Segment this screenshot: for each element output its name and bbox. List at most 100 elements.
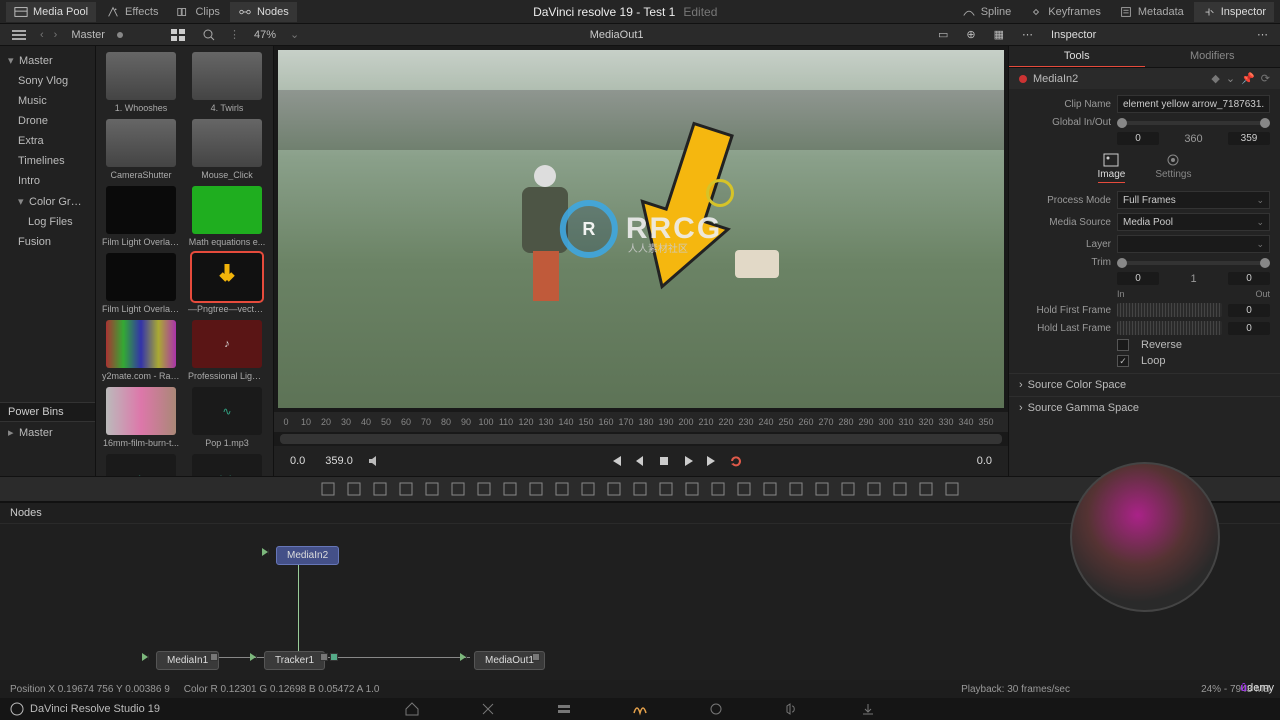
thumb-audio[interactable]: ♪Professional Light ... [188,320,266,381]
media-source-select[interactable]: Media Pool⌄ [1117,213,1270,231]
thumb-clip-selected[interactable]: —Pngtree—vector... [188,253,266,314]
loop-checkbox[interactable]: ✓ [1117,355,1129,367]
trim-slider[interactable] [1117,261,1270,265]
inspector-settings-subtab[interactable]: Settings [1155,153,1191,183]
shape-tool-icon[interactable] [632,481,648,497]
thumb-folder[interactable]: 1. Whooshes [102,52,180,113]
layer-select[interactable]: ⌄ [1117,235,1270,253]
thumbnail-view-button[interactable] [165,27,191,43]
comp-tool-icon[interactable] [554,481,570,497]
spline-tab[interactable]: Spline [954,2,1020,22]
chevron-right-icon[interactable]: › [52,29,60,41]
light-tool-icon[interactable] [866,481,882,497]
thumb-clip[interactable]: Film Light Overlay ... [102,253,180,314]
timecode-right[interactable]: 0.0 [971,453,998,469]
fog-tool-icon[interactable] [944,481,960,497]
bg-tool-icon[interactable] [320,481,336,497]
thumb-folder[interactable]: Mouse_Click [188,119,266,180]
curve-tool-icon[interactable] [710,481,726,497]
home-page-icon[interactable] [404,701,420,717]
panel-menu-button[interactable] [6,27,32,43]
step-back-button[interactable] [633,454,647,468]
inspector-modifiers-tab[interactable]: Modifiers [1145,46,1280,67]
viewer-zoom[interactable]: 47% [248,27,282,43]
paint-tool-icon[interactable] [398,481,414,497]
merge-tool-icon[interactable] [528,481,544,497]
dup-tool-icon[interactable] [580,481,596,497]
volume-icon[interactable] [367,454,381,468]
inspector-tab[interactable]: Inspector [1194,2,1274,22]
text-tool-icon[interactable] [372,481,388,497]
media-pool-tab[interactable]: Media Pool [6,2,96,22]
fusion-page-icon[interactable] [632,701,648,717]
nodes-tab[interactable]: Nodes [230,2,297,22]
node-mediain2[interactable]: MediaIn2 [276,546,339,565]
thumb-audio[interactable]: ∿Whoosh 2.mp3 [102,454,180,476]
glow-tool-icon[interactable] [762,481,778,497]
hold-last-wheel[interactable] [1117,321,1222,335]
particle-tool-icon[interactable] [788,481,804,497]
mask-tool-icon[interactable] [346,481,362,497]
process-mode-select[interactable]: Full Frames⌄ [1117,191,1270,209]
render-tool-icon[interactable] [892,481,908,497]
clip-name-field[interactable] [1117,95,1270,113]
thumb-clip[interactable]: Film Light Overlay ... [102,186,180,247]
stop-button[interactable] [657,454,671,468]
effects-tab[interactable]: Effects [98,2,166,22]
power-bins-header[interactable]: Power Bins [0,402,95,422]
media-tree-item[interactable]: Drone [0,111,95,131]
thumb-folder[interactable]: 4. Twirls [188,52,266,113]
viewer-canvas[interactable]: R RRCG 人人素材社区 [278,50,1004,408]
source-color-space-expander[interactable]: ›Source Color Space [1009,373,1280,396]
node-enable-dot[interactable] [1019,75,1027,83]
breadcrumb[interactable]: Master [65,27,111,43]
media-tree-item[interactable]: Sony Vlog [0,71,95,91]
last-frame-button[interactable] [705,454,719,468]
source-gamma-space-expander[interactable]: ›Source Gamma Space [1009,396,1280,419]
spline-tool-icon[interactable] [684,481,700,497]
media-tree-item[interactable]: Log Files [0,212,95,232]
blur-tool-icon[interactable] [736,481,752,497]
media-tree-root[interactable]: ▾Master [0,50,95,71]
cam-tool-icon[interactable] [840,481,856,497]
thumb-folder[interactable]: CameraShutter [102,119,180,180]
timecode-in[interactable]: 0.0 [284,453,311,469]
chevron-down-icon[interactable]: ⌄ [1226,72,1235,85]
scrubber-bar[interactable] [280,434,1002,444]
timecode-duration[interactable]: 359.0 [319,453,359,469]
thumb-clip[interactable]: y2mate.com - Rad... [102,320,180,381]
media-tree-item[interactable]: Intro [0,171,95,191]
keyframes-tab[interactable]: Keyframes [1021,2,1109,22]
fx-tool-icon[interactable] [424,481,440,497]
media-tree-item[interactable]: Music [0,91,95,111]
metadata-tab[interactable]: Metadata [1111,2,1192,22]
media-tree-item[interactable]: Extra [0,131,95,151]
edit-page-icon[interactable] [556,701,572,717]
thumb-audio[interactable]: ∿∿Whoosh 3.wav [188,454,266,476]
node-tracker1[interactable]: Tracker1 [264,651,325,670]
cut-page-icon[interactable] [480,701,496,717]
loop-button[interactable] [729,454,743,468]
color-tool-icon[interactable] [502,481,518,497]
search-button[interactable] [197,27,221,43]
pin-icon[interactable]: 📌 [1241,72,1255,85]
first-frame-button[interactable] [609,454,623,468]
ellipse-tool-icon[interactable] [658,481,674,497]
inspector-node-header[interactable]: MediaIn2 ◆ ⌄ 📌 ⟳ [1009,68,1280,89]
color-page-icon[interactable] [708,701,724,717]
thumb-clip[interactable]: 16mm-film-burn-t... [102,387,180,448]
hold-first-wheel[interactable] [1117,303,1222,317]
inspector-tools-tab[interactable]: Tools [1009,46,1145,67]
thumb-audio[interactable]: ∿Pop 1.mp3 [188,387,266,448]
bright-tool-icon[interactable] [476,481,492,497]
deliver-page-icon[interactable] [860,701,876,717]
inspector-image-subtab[interactable]: Image [1098,153,1126,183]
fairlight-page-icon[interactable] [784,701,800,717]
chevron-left-icon[interactable]: ‹ [38,29,46,41]
reset-icon[interactable]: ⟳ [1261,72,1270,85]
node-keyframe-icon[interactable]: ◆ [1211,72,1219,85]
clips-tab[interactable]: Clips [168,2,227,22]
crop-tool-icon[interactable] [606,481,622,497]
reverse-checkbox[interactable] [1117,339,1129,351]
3d-tool-icon[interactable] [814,481,830,497]
